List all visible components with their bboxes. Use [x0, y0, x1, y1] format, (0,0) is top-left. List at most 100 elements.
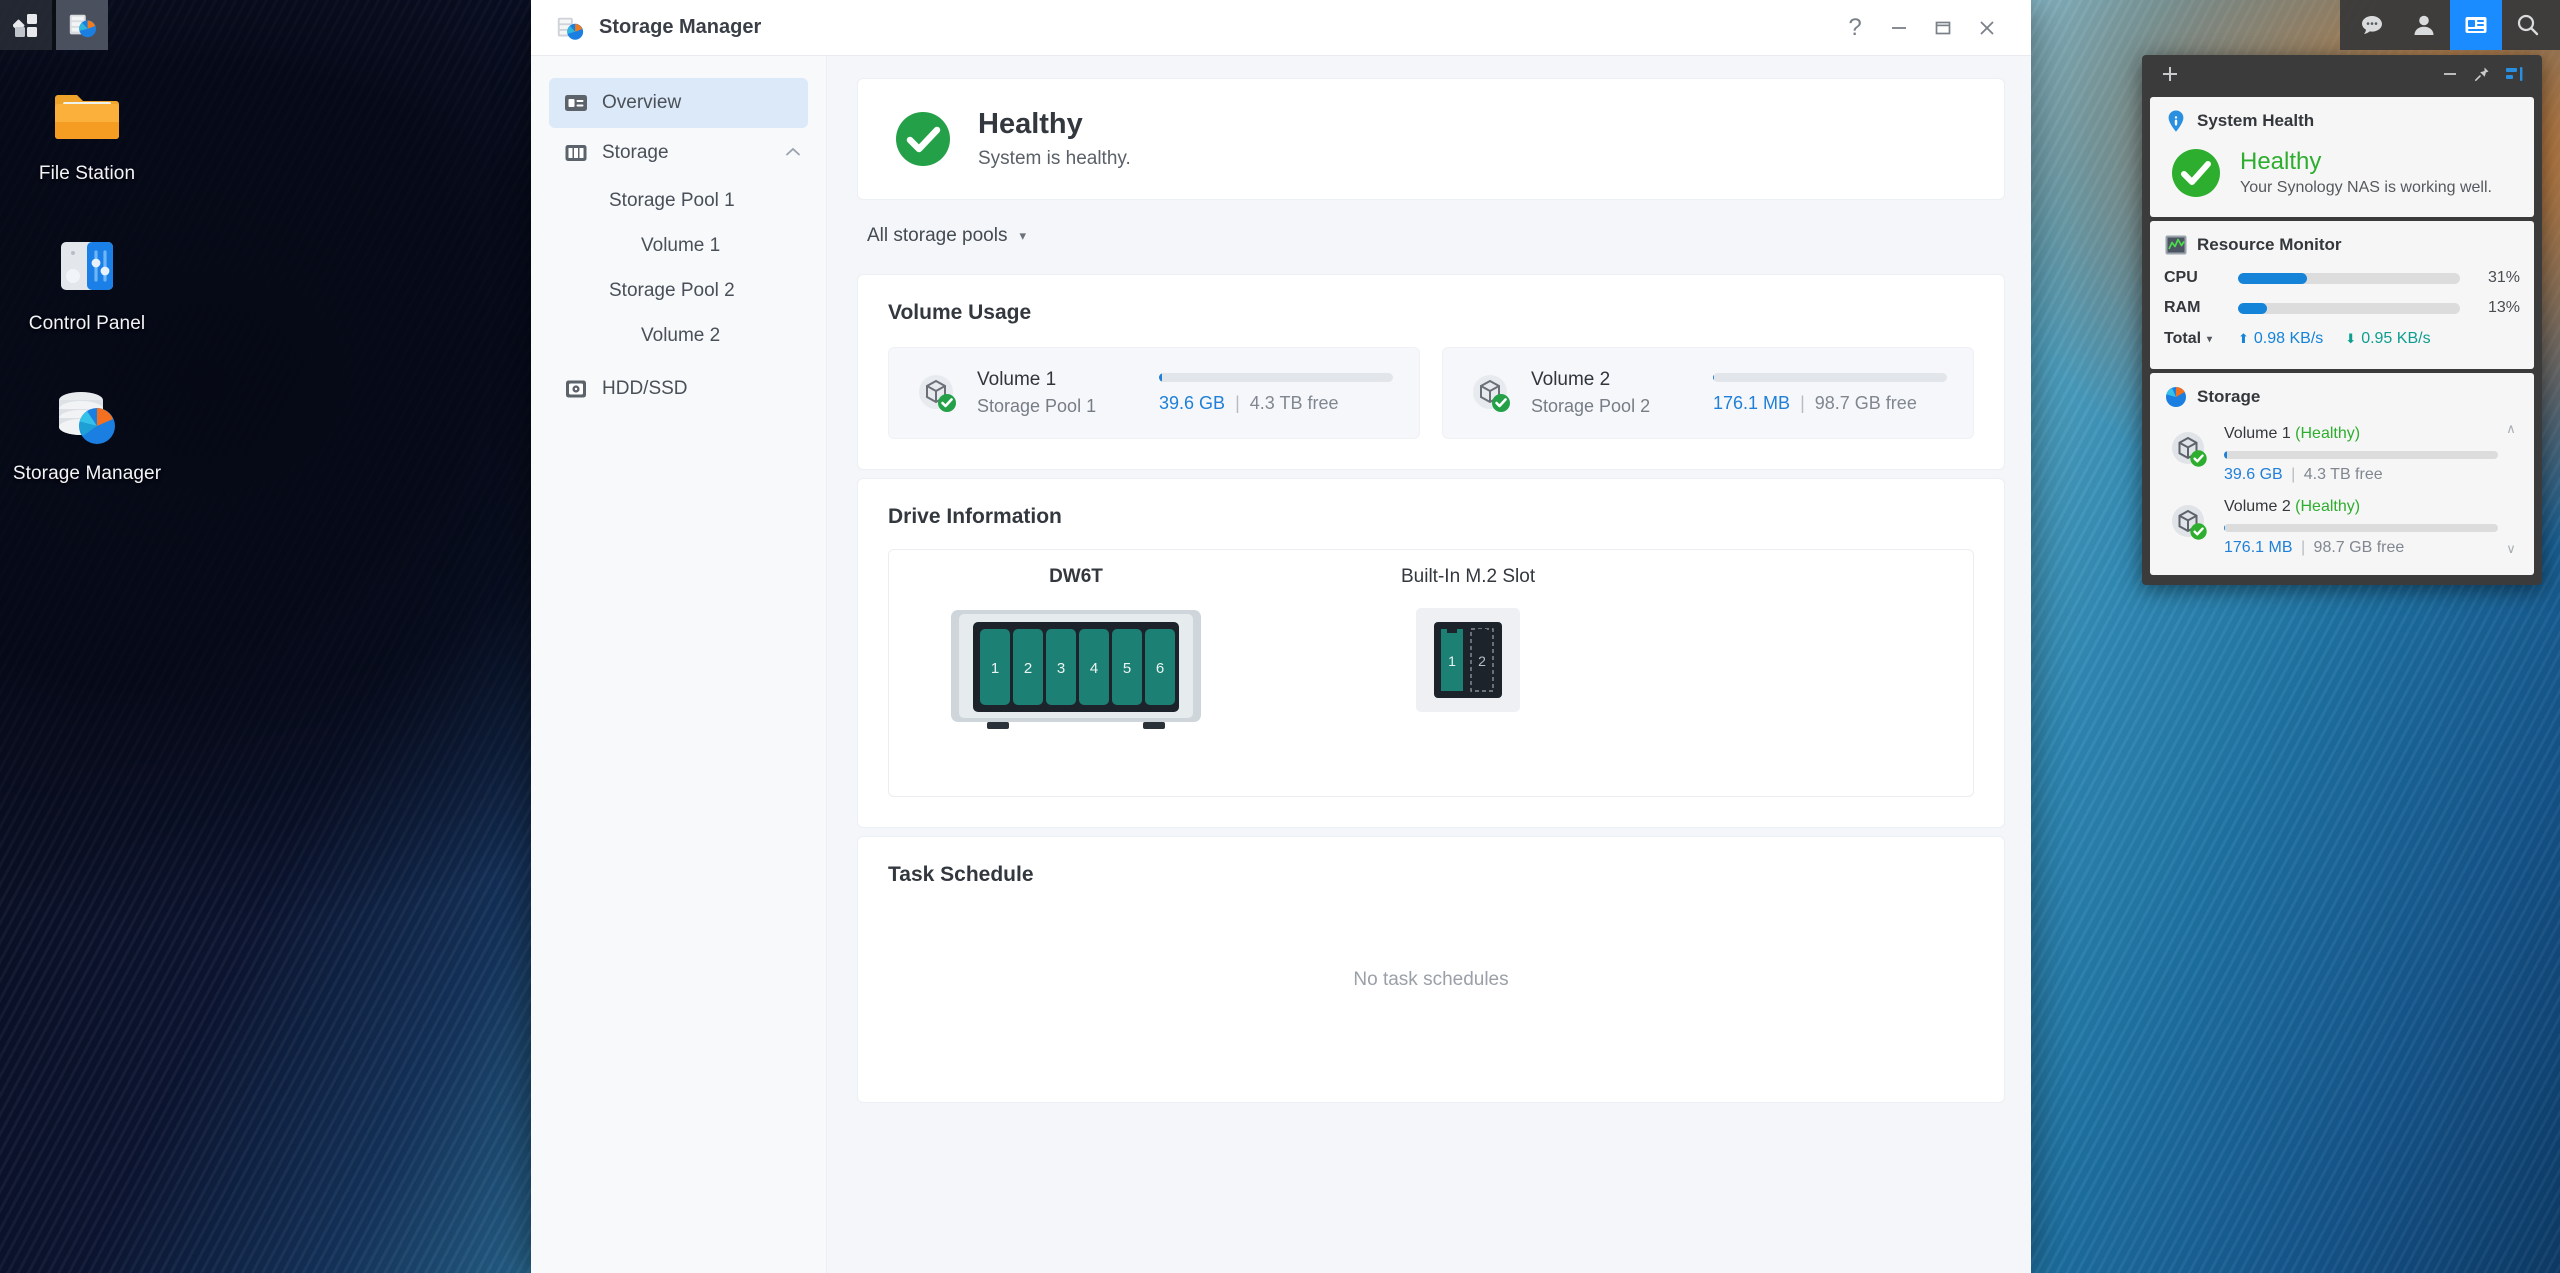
widget-storage: Storage Volume 1 (Healthy) 39.6 GB | 4.3…: [2150, 373, 2534, 575]
window-title: Storage Manager: [599, 16, 762, 38]
user-account-button[interactable]: [2398, 0, 2450, 50]
sidebar-sub-label: Storage Pool 2: [609, 279, 735, 301]
storage-volume-name: Volume 1 (Healthy): [2224, 425, 2498, 443]
volume-usage-bar: [1713, 372, 1947, 382]
volume-card[interactable]: Volume 1 Storage Pool 1 39.6 GB | 4.3 TB…: [888, 347, 1420, 439]
storage-volume-row[interactable]: Volume 2 (Healthy) 176.1 MB | 98.7 GB fr…: [2164, 488, 2498, 561]
network-upload-value: 0.98 KB/s: [2253, 330, 2324, 347]
desktop-icon-file-station[interactable]: File Station: [2, 78, 172, 185]
scroll-up-icon[interactable]: ∧: [2502, 421, 2520, 437]
close-icon: [1980, 20, 1994, 35]
storage-pool-filter-label: All storage pools: [867, 225, 1008, 246]
network-total-label: Total: [2164, 330, 2202, 347]
sidebar-item-storage-pool-1[interactable]: Storage Pool 1: [531, 178, 826, 223]
sidebar-item-storage[interactable]: Storage: [549, 128, 808, 178]
volume-name: Volume 1: [977, 369, 1057, 390]
sidebar-item-hdd-ssd[interactable]: HDD/SSD: [549, 364, 808, 414]
widget-panel: System Health Healthy Your Synology NAS …: [2142, 55, 2542, 585]
volume-usage-section: Volume Usage Volume 1 Storage Pool 1 39.…: [857, 274, 2005, 470]
metric-bar: [2238, 302, 2460, 314]
storage-volume-row[interactable]: Volume 1 (Healthy) 39.6 GB | 4.3 TB free: [2164, 415, 2498, 488]
volume-status: (Healthy): [2295, 498, 2361, 515]
widget-dock-button[interactable]: [2498, 59, 2530, 89]
metric-label: RAM: [2164, 299, 2201, 316]
maximize-icon: [1935, 21, 1951, 34]
notifications-button[interactable]: [2346, 0, 2398, 50]
network-total-dropdown[interactable]: Total ▾: [2164, 330, 2238, 348]
network-download: ⬇ 0.95 KB/s: [2345, 330, 2430, 348]
network-total-row: Total ▾ ⬆ 0.98 KB/s ⬇ 0.95 KB/s: [2164, 323, 2520, 355]
window-title-bar[interactable]: Storage Manager ?: [531, 0, 2031, 56]
widget-system-health: System Health Healthy Your Synology NAS …: [2150, 97, 2534, 217]
chart-icon: [2165, 235, 2187, 255]
metric-bar: [2238, 272, 2460, 284]
storage-manager-window: Storage Manager ? Overview Storage Stora…: [531, 0, 2031, 1273]
volume-used: 176.1 MB: [2224, 539, 2293, 556]
main-content: Healthy System is healthy. All storage p…: [827, 56, 2031, 1273]
widget-panel-header: [2142, 55, 2542, 93]
taskbar-item-storage-manager[interactable]: [56, 0, 108, 50]
volume-card[interactable]: Volume 2 Storage Pool 2 176.1 MB | 98.7 …: [1442, 347, 1974, 439]
svg-text:2: 2: [1478, 653, 1486, 669]
storage-volume-figures: 39.6 GB | 4.3 TB free: [2224, 466, 2498, 484]
storage-widget-scrollbar[interactable]: ∧ ∨: [2502, 421, 2520, 557]
volume-status: (Healthy): [2295, 425, 2361, 442]
desktop-icon-storage-manager[interactable]: Storage Manager: [2, 378, 172, 485]
network-download-value: 0.95 KB/s: [2361, 330, 2431, 347]
storage-bays-icon: [565, 145, 587, 161]
volume-used: 176.1 MB: [1713, 392, 1791, 413]
volume-pool: Storage Pool 2: [1531, 396, 1651, 416]
dock-right-icon: [2506, 67, 2523, 81]
widgets-toggle-button[interactable]: [2450, 0, 2502, 50]
desktop-icon-control-panel[interactable]: Control Panel: [2, 228, 172, 335]
search-button[interactable]: [2502, 0, 2554, 50]
scroll-down-icon[interactable]: ∨: [2502, 541, 2520, 557]
add-widget-button[interactable]: [2154, 59, 2186, 89]
sidebar-sub-label: Volume 2: [641, 324, 721, 346]
system-health-message: Your Synology NAS is working well.: [2240, 178, 2492, 196]
m2-slot-icon[interactable]: 1 2: [1416, 606, 1521, 714]
volume-list: Volume 1 Storage Pool 1 39.6 GB | 4.3 TB…: [888, 347, 1974, 439]
volume-status-text: Healthy: [2300, 498, 2355, 515]
storage-volume-fill: [2224, 451, 2228, 459]
sidebar-item-storage-pool-2[interactable]: Storage Pool 2: [531, 268, 826, 313]
volume-name-text: Volume 1: [2224, 425, 2291, 442]
sidebar-item-overview[interactable]: Overview: [549, 78, 808, 128]
main-menu-button[interactable]: [0, 0, 52, 50]
section-title: Volume Usage: [888, 301, 1032, 324]
minimize-button[interactable]: [1877, 6, 1921, 50]
desktop-icon-label: Storage Manager: [12, 463, 162, 484]
volume-separator: |: [2300, 539, 2306, 556]
widget-pin-button[interactable]: [2466, 59, 2498, 89]
arrow-up-icon: ⬆: [2238, 331, 2249, 346]
storage-pool-filter-dropdown[interactable]: All storage pools ▾: [857, 206, 2005, 266]
storage-volume-bar: [2224, 451, 2498, 459]
hdd-icon: [566, 380, 586, 398]
bay-enclosure-icon[interactable]: 1 2 3 4 5 6: [951, 606, 1201, 734]
window-body: Overview Storage Storage Pool 1 Volume 1…: [531, 56, 2031, 1273]
volume-used: 39.6 GB: [1159, 392, 1226, 413]
volume-free: 98.7 GB free: [2313, 539, 2405, 556]
sidebar-item-volume-1[interactable]: Volume 1: [531, 223, 826, 268]
health-title: Healthy: [978, 108, 1083, 141]
overview-card-icon: [565, 95, 587, 111]
storage-volume-fill: [2224, 524, 2225, 532]
sidebar-sub-label: Storage Pool 1: [609, 189, 735, 211]
widget-minimize-button[interactable]: [2434, 59, 2466, 89]
widget-title: Storage: [2197, 387, 2261, 406]
health-status-card: Healthy System is healthy.: [857, 78, 2005, 200]
desktop-icon-label: Control Panel: [28, 313, 146, 334]
drive-information-section: Drive Information DW6T 1 2 3 4 5 6 Built…: [857, 478, 2005, 828]
metric-fill: [2238, 302, 2267, 314]
maximize-button[interactable]: [1921, 6, 1965, 50]
help-button[interactable]: ?: [1833, 6, 1877, 50]
taskbar-right: [2340, 0, 2560, 50]
folder-icon: [55, 95, 119, 139]
help-icon: ?: [1848, 13, 1862, 41]
chevron-up-icon[interactable]: [784, 142, 802, 164]
sidebar-item-volume-2[interactable]: Volume 2: [531, 313, 826, 358]
close-button[interactable]: [1965, 6, 2009, 50]
metric-value: 31%: [2487, 269, 2520, 286]
section-title: Task Schedule: [888, 863, 1034, 886]
green-check-icon: [2172, 149, 2220, 197]
